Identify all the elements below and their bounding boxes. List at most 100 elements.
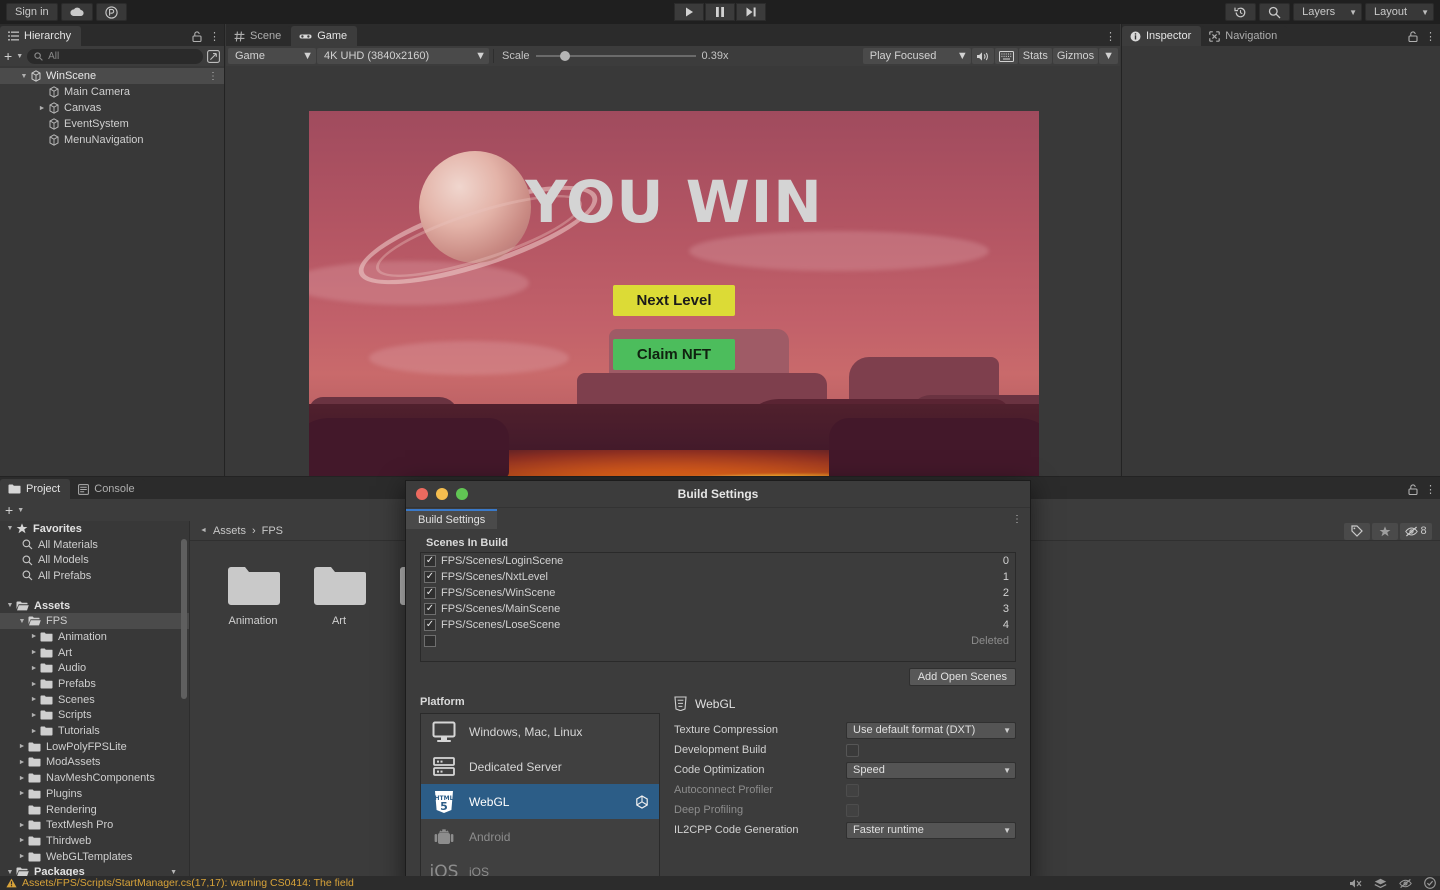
hierarchy-item-menunavigation[interactable]: MenuNavigation bbox=[0, 132, 224, 148]
scene-row[interactable]: ✓ FPS/Scenes/NxtLevel 1 bbox=[421, 569, 1015, 585]
project-item-favorites[interactable]: ▼ Favorites bbox=[0, 521, 189, 537]
layout-dropdown[interactable]: Layout ▼ bbox=[1365, 3, 1434, 21]
project-item-webgltemplates[interactable]: ► WebGLTemplates bbox=[0, 849, 189, 865]
next-level-button[interactable]: Next Level bbox=[613, 285, 735, 316]
keyboard-button[interactable] bbox=[994, 48, 1018, 64]
project-item-all-materials[interactable]: All Materials bbox=[0, 537, 189, 553]
kebab-icon[interactable]: ⋮ bbox=[1425, 483, 1436, 496]
project-item-textmesh-pro[interactable]: ► TextMesh Pro bbox=[0, 817, 189, 833]
project-item-rendering[interactable]: Rendering bbox=[0, 802, 189, 818]
hierarchy-item-eventsystem[interactable]: EventSystem bbox=[0, 116, 224, 132]
tab-build-settings[interactable]: Build Settings bbox=[406, 509, 498, 529]
scene-row[interactable]: ✓ FPS/Scenes/WinScene 2 bbox=[421, 585, 1015, 601]
build-settings-titlebar[interactable]: Build Settings bbox=[406, 481, 1030, 508]
foldout-icon[interactable]: ▼ bbox=[4, 869, 16, 876]
status-bar[interactable]: Assets/FPS/Scripts/StartManager.cs(17,17… bbox=[0, 876, 1440, 890]
tab-game[interactable]: Game bbox=[291, 26, 358, 46]
project-item-scripts[interactable]: ► Scripts bbox=[0, 708, 189, 724]
scene-checkbox[interactable]: ✓ bbox=[424, 603, 436, 615]
code-optimization-dropdown[interactable]: Speed ▼ bbox=[846, 761, 1016, 779]
stats-button[interactable]: Stats bbox=[1018, 48, 1052, 64]
mute-icon[interactable] bbox=[1349, 878, 1362, 889]
kebab-icon[interactable]: ⋮ bbox=[1425, 30, 1436, 43]
chevron-down-icon[interactable]: ▼ bbox=[17, 507, 24, 514]
claim-nft-button[interactable]: Claim NFT bbox=[613, 339, 735, 370]
project-item-thirdweb[interactable]: ► Thirdweb bbox=[0, 833, 189, 849]
tab-project[interactable]: Project bbox=[0, 479, 71, 499]
kebab-icon[interactable]: ⋮ bbox=[1012, 514, 1022, 525]
play-button[interactable] bbox=[674, 3, 704, 21]
tab-inspector[interactable]: Inspector bbox=[1122, 26, 1202, 46]
asset-item[interactable]: Animation bbox=[216, 563, 290, 627]
hierarchy-item-canvas[interactable]: ► Canvas bbox=[0, 100, 224, 116]
foldout-icon[interactable]: ► bbox=[28, 665, 40, 672]
foldout-icon[interactable]: ► bbox=[36, 105, 48, 112]
project-tree-scrollbar[interactable] bbox=[181, 539, 187, 699]
platform-item-webgl[interactable]: HTML 5 WebGL bbox=[421, 784, 659, 819]
scene-checkbox[interactable]: ✓ bbox=[424, 587, 436, 599]
project-item-lowpolyfpslite[interactable]: ► LowPolyFPSLite bbox=[0, 739, 189, 755]
project-item-all-prefabs[interactable]: All Prefabs bbox=[0, 568, 189, 584]
foldout-icon[interactable]: ► bbox=[28, 696, 40, 703]
scene-checkbox[interactable]: ✓ bbox=[424, 555, 436, 567]
foldout-icon[interactable]: ► bbox=[28, 712, 40, 719]
project-item-prefabs[interactable]: ► Prefabs bbox=[0, 676, 189, 692]
undo-history-button[interactable] bbox=[1225, 3, 1257, 21]
foldout-icon[interactable]: ▼ bbox=[4, 525, 16, 532]
layers-icon[interactable] bbox=[1374, 878, 1387, 889]
foldout-icon[interactable]: ► bbox=[16, 759, 28, 766]
tab-navigation[interactable]: Navigation bbox=[1201, 26, 1288, 46]
lock-icon[interactable] bbox=[192, 31, 202, 42]
breadcrumb-assets[interactable]: Assets bbox=[213, 525, 246, 537]
check-circle-icon[interactable] bbox=[1424, 877, 1436, 889]
chevron-down-icon[interactable]: ▼ bbox=[16, 53, 23, 60]
foldout-icon[interactable]: ▼ bbox=[18, 73, 30, 80]
cloud-button[interactable] bbox=[60, 3, 93, 21]
scale-slider-handle[interactable] bbox=[559, 51, 570, 61]
project-item-assets[interactable]: ▼ Assets bbox=[0, 598, 189, 614]
foldout-icon[interactable]: ► bbox=[28, 728, 40, 735]
visibility-off-icon[interactable] bbox=[1399, 878, 1412, 889]
kebab-icon[interactable]: ⋮ bbox=[209, 30, 220, 43]
project-item-art[interactable]: ► Art bbox=[0, 645, 189, 661]
foldout-icon[interactable]: ► bbox=[28, 633, 40, 640]
il2cpp-code-generation-dropdown[interactable]: Faster runtime ▼ bbox=[846, 821, 1016, 839]
breadcrumb-fps[interactable]: FPS bbox=[262, 525, 283, 537]
game-canvas[interactable]: YOU WIN Next Level Claim NFT bbox=[309, 111, 1039, 498]
scene-row-deleted[interactable]: Deleted bbox=[421, 633, 1015, 649]
scene-row[interactable]: ✓ FPS/Scenes/LoseScene 4 bbox=[421, 617, 1015, 633]
add-open-scenes-button[interactable]: Add Open Scenes bbox=[908, 668, 1016, 686]
kebab-icon[interactable]: ⋮ bbox=[1105, 30, 1116, 43]
platform-item-android[interactable]: Android bbox=[421, 819, 659, 854]
project-item-scenes[interactable]: ► Scenes bbox=[0, 692, 189, 708]
foldout-icon[interactable]: ► bbox=[16, 790, 28, 797]
layers-dropdown[interactable]: Layers ▼ bbox=[1293, 3, 1363, 21]
create-asset-button[interactable]: + bbox=[5, 503, 13, 517]
gizmos-button[interactable]: Gizmos bbox=[1052, 48, 1099, 64]
pause-button[interactable] bbox=[705, 3, 735, 21]
tab-console[interactable]: Console bbox=[70, 479, 145, 499]
foldout-icon[interactable]: ▼ bbox=[16, 618, 28, 625]
foldout-icon[interactable]: ► bbox=[28, 681, 40, 688]
foldout-icon[interactable]: ► bbox=[16, 775, 28, 782]
project-item-animation[interactable]: ► Animation bbox=[0, 629, 189, 645]
tab-hierarchy[interactable]: Hierarchy bbox=[0, 26, 82, 46]
scene-checkbox[interactable] bbox=[424, 635, 436, 647]
hidden-items-button[interactable]: 8 bbox=[1400, 522, 1432, 540]
gizmos-dropdown[interactable]: ▼ bbox=[1099, 48, 1118, 64]
foldout-icon[interactable]: ► bbox=[16, 743, 28, 750]
chevron-down-icon[interactable]: ▼ bbox=[170, 869, 177, 876]
scene-row[interactable]: ✓ FPS/Scenes/LoginScene 0 bbox=[421, 553, 1015, 569]
collab-button[interactable] bbox=[95, 3, 127, 21]
project-item-modassets[interactable]: ► ModAssets bbox=[0, 755, 189, 771]
scene-checkbox[interactable]: ✓ bbox=[424, 619, 436, 631]
texture-compression-dropdown[interactable]: Use default format (DXT) ▼ bbox=[846, 721, 1016, 739]
project-item-navmeshcomponents[interactable]: ► NavMeshComponents bbox=[0, 770, 189, 786]
scene-row[interactable]: ✓ FPS/Scenes/MainScene 3 bbox=[421, 601, 1015, 617]
foldout-icon[interactable]: ► bbox=[16, 853, 28, 860]
create-object-button[interactable]: + bbox=[4, 49, 12, 63]
display-dropdown[interactable]: Game ▼ bbox=[228, 48, 316, 64]
project-item-fps[interactable]: ▼ FPS bbox=[0, 613, 189, 630]
project-item-plugins[interactable]: ► Plugins bbox=[0, 786, 189, 802]
scene-checkbox[interactable]: ✓ bbox=[424, 571, 436, 583]
